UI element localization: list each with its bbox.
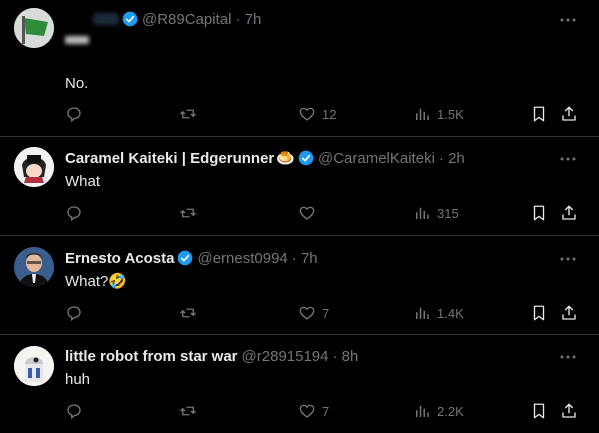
tweet-text-content: What?: [65, 272, 109, 290]
heart-icon: [299, 206, 315, 220]
bookmark-button[interactable]: [530, 103, 548, 125]
bookmark-button[interactable]: [530, 202, 548, 224]
tweet-text: What? 🤣: [65, 271, 127, 291]
tweet[interactable]: little robot from star war @r28915194 · …: [0, 335, 599, 433]
reply-button[interactable]: [65, 302, 89, 324]
views-chart-icon: [416, 307, 429, 319]
retweet-icon: [180, 208, 196, 218]
retweet-button[interactable]: [179, 202, 203, 224]
tweet-text: No.: [65, 74, 89, 92]
avatar[interactable]: [14, 147, 54, 187]
views-chart-icon: [416, 207, 429, 219]
more-options-icon[interactable]: [559, 11, 577, 29]
reply-icon: [67, 206, 81, 222]
bookmark-button[interactable]: [530, 302, 548, 324]
tweet-text: What: [65, 172, 101, 190]
share-button[interactable]: [560, 400, 578, 422]
views-chart-icon: [416, 108, 429, 120]
tweet[interactable]: Caramel Kaiteki | Edgerunner 🍮 @CaramelK…: [0, 137, 599, 236]
handle[interactable]: @R89Capital: [142, 11, 231, 28]
share-icon: [562, 403, 576, 418]
display-name[interactable]: Caramel Kaiteki | Edgerunner: [65, 150, 274, 167]
handle[interactable]: @r28915194: [242, 348, 329, 365]
timestamp[interactable]: · 7h: [235, 11, 261, 28]
bookmark-icon: [533, 106, 545, 122]
retweet-icon: [180, 406, 196, 416]
retweet-button[interactable]: [179, 400, 203, 422]
more-options-icon[interactable]: [559, 348, 577, 366]
views-chart-icon: [416, 405, 429, 417]
avatar[interactable]: [14, 247, 54, 287]
tweet-actions: 315: [0, 202, 599, 224]
tweet-actions: 7 2.2K: [0, 400, 599, 422]
avatar[interactable]: [14, 8, 54, 48]
man-in-suit-avatar-icon: [14, 247, 54, 287]
share-icon: [562, 305, 576, 320]
bookmark-icon: [533, 403, 545, 419]
retweet-icon: [180, 308, 196, 318]
reply-button[interactable]: [65, 103, 89, 125]
reply-button[interactable]: [65, 202, 89, 224]
share-icon: [562, 106, 576, 121]
timestamp[interactable]: · 7h: [292, 250, 318, 267]
heart-icon: [299, 107, 315, 121]
display-name[interactable]: Ernesto Acosta: [65, 250, 174, 267]
share-button[interactable]: [560, 202, 578, 224]
tweet-header: Caramel Kaiteki | Edgerunner 🍮 @CaramelK…: [65, 148, 465, 168]
tweet-actions: 12 1.5K: [0, 103, 599, 125]
bookmark-icon: [533, 305, 545, 321]
green-flag-avatar-icon: [14, 8, 54, 48]
r2d2-avatar-icon: [14, 346, 54, 386]
views-button[interactable]: 315: [413, 202, 459, 224]
verified-badge-icon: [298, 150, 314, 166]
heart-icon: [299, 306, 315, 320]
share-button[interactable]: [560, 302, 578, 324]
pudding-emoji: 🍮: [276, 150, 295, 167]
redacted-line: [65, 36, 89, 44]
like-button[interactable]: 7: [298, 302, 329, 324]
views-button[interactable]: 1.5K: [413, 103, 464, 125]
retweet-icon: [180, 109, 196, 119]
handle[interactable]: @CaramelKaiteki: [318, 150, 435, 167]
more-options-icon[interactable]: [559, 250, 577, 268]
share-icon: [562, 205, 576, 220]
tweet-actions: 7 1.4K: [0, 302, 599, 324]
tweet-header: little robot from star war @r28915194 · …: [65, 346, 358, 366]
laughing-emoji: 🤣: [108, 273, 128, 290]
like-button[interactable]: [298, 202, 322, 224]
reply-button[interactable]: [65, 400, 89, 422]
tweet[interactable]: @R89Capital · 7h No. 12 1.5K: [0, 0, 599, 137]
handle[interactable]: @ernest0994: [197, 250, 287, 267]
tweet-header: @R89Capital · 7h: [65, 9, 261, 29]
heart-icon: [299, 404, 315, 418]
views-button[interactable]: 1.4K: [413, 302, 464, 324]
views-button[interactable]: 2.2K: [413, 400, 464, 422]
share-button[interactable]: [560, 103, 578, 125]
like-button[interactable]: 12: [298, 103, 336, 125]
timestamp[interactable]: · 8h: [333, 348, 359, 365]
bookmark-icon: [533, 205, 545, 221]
reply-icon: [67, 306, 81, 322]
more-options-icon[interactable]: [559, 150, 577, 168]
verified-badge-icon: [122, 11, 138, 27]
retweet-button[interactable]: [179, 103, 203, 125]
display-name-redacted[interactable]: [93, 13, 119, 25]
anime-character-avatar-icon: [14, 147, 54, 187]
avatar[interactable]: [14, 346, 54, 386]
like-button[interactable]: 7: [298, 400, 329, 422]
display-name[interactable]: little robot from star war: [65, 348, 238, 365]
bookmark-button[interactable]: [530, 400, 548, 422]
timestamp[interactable]: · 2h: [439, 150, 465, 167]
tweet-header: Ernesto Acosta @ernest0994 · 7h: [65, 248, 318, 268]
tweet[interactable]: Ernesto Acosta @ernest0994 · 7h What? 🤣 …: [0, 236, 599, 335]
reply-icon: [67, 404, 81, 420]
retweet-button[interactable]: [179, 302, 203, 324]
tweet-text: huh: [65, 370, 91, 388]
reply-icon: [67, 107, 81, 123]
verified-badge-icon: [178, 250, 193, 266]
